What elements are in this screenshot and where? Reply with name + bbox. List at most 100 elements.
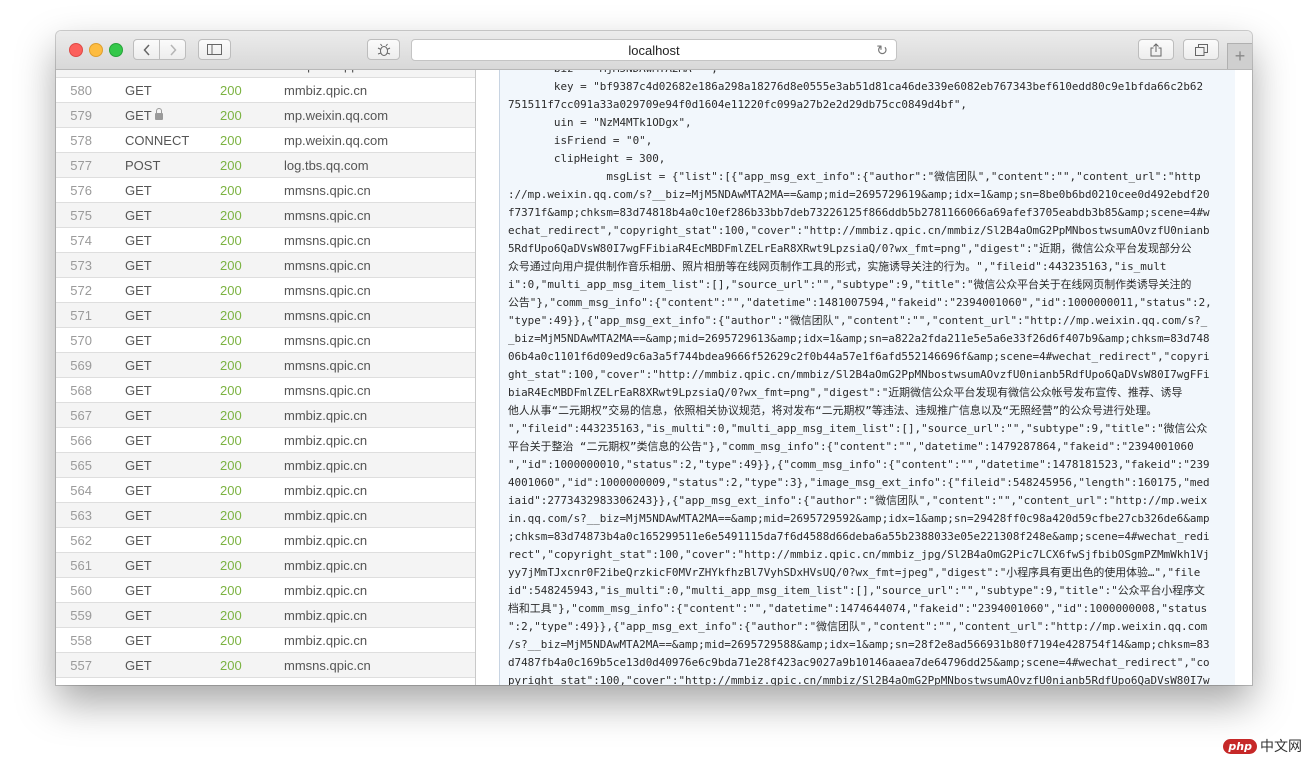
request-host: isdspeed.qq.com [284,70,382,73]
request-row[interactable]: 577 POST 200 log.tbs.qq.com [56,153,475,178]
request-method: GET [125,333,220,348]
request-host: mmsns.qpic.cn [284,332,371,348]
request-number-text: 570 [70,332,92,348]
request-method-text: GET [125,382,152,398]
request-host: mmbiz.qpic.cn [284,582,368,598]
request-row[interactable]: 578 CONNECT 200 mp.weixin.qq.com [56,128,475,153]
request-method: CONNECT [125,133,220,148]
request-number: 567 [56,408,92,423]
request-number: 579 [56,108,92,123]
request-row[interactable]: 562 GET 200 mmbiz.qpic.cn [56,528,475,553]
request-method: GET [125,658,220,673]
reload-icon[interactable]: ↻ [876,42,888,59]
zoom-window-button[interactable] [109,43,123,57]
request-method: POST [125,158,220,173]
request-row[interactable]: 580 GET 200 mmbiz.qpic.cn [56,78,475,103]
bug-icon [377,43,390,56]
request-row[interactable]: 567 GET 200 mmbiz.qpic.cn [56,403,475,428]
request-row[interactable]: 575 GET 200 mmsns.qpic.cn [56,203,475,228]
request-method: GET [125,483,220,498]
request-method-text: GET [125,282,152,298]
request-row[interactable]: 571 GET 200 mmsns.qpic.cn [56,303,475,328]
request-number-text: 580 [70,82,92,98]
request-method: GET [125,233,220,248]
request-host: mmbiz.qpic.cn [284,557,368,573]
request-row[interactable]: 561 GET 200 mmbiz.qpic.cn [56,553,475,578]
request-row[interactable]: 566 GET 200 mmbiz.qpic.cn [56,428,475,453]
watermark-text: 中文网 [1260,738,1302,754]
request-row[interactable]: 557 GET 200 mmsns.qpic.cn [56,653,475,678]
share-button[interactable] [1138,39,1174,60]
request-number: 572 [56,283,92,298]
chevron-right-icon [169,43,177,56]
request-status: 200 [220,332,242,348]
request-row[interactable]: 581 GET 200isdspeed.qq.com [56,70,475,78]
request-number-text: 573 [70,257,92,273]
request-number-text: 560 [70,582,92,598]
request-host: mmsns.qpic.cn [284,382,371,398]
request-method-text: GET [125,657,152,673]
show-tabs-button[interactable] [1183,39,1219,60]
request-row[interactable]: 559 GET 200 mmbiz.qpic.cn [56,603,475,628]
request-row[interactable]: 563 GET 200 mmbiz.qpic.cn [56,503,475,528]
address-bar[interactable]: localhost ↻ [411,39,897,61]
request-number: 576 [56,183,92,198]
new-tab-button[interactable]: + [1227,43,1252,69]
request-list[interactable]: 581GET200isdspeed.qq.com580GET200mmbiz.q… [56,70,476,685]
request-number-text: 571 [70,307,92,323]
request-method-text: GET [125,307,152,323]
request-row[interactable]: 560 GET 200 mmbiz.qpic.cn [56,578,475,603]
request-row[interactable]: 565 GET 200 mmbiz.qpic.cn [56,453,475,478]
request-host: mmsns.qpic.cn [284,307,371,323]
lock-icon [154,107,163,120]
request-row[interactable]: 568 GET 200 mmsns.qpic.cn [56,378,475,403]
request-method-text: GET [125,182,152,198]
sidebar-toggle-button[interactable] [198,39,231,60]
request-row[interactable]: 569 GET 200 mmsns.qpic.cn [56,353,475,378]
request-detail-pane[interactable]: biz = "MjM5NDAwMTA2MA==", key = "bf9387c… [499,70,1236,685]
request-method-text: GET [125,457,152,473]
forward-button[interactable] [159,39,186,60]
tabs-icon [1194,43,1208,56]
request-status: 200 [220,557,242,573]
request-number-text: 559 [70,607,92,623]
chevron-left-icon [142,43,150,56]
request-host: mmbiz.qpic.cn [284,482,368,498]
request-method-text: GET [125,332,152,348]
request-host: mmbiz.qpic.cn [284,457,368,473]
request-status: 200 [220,432,242,448]
request-method-text: GET [125,557,152,573]
request-number: 574 [56,233,92,248]
request-row[interactable]: 564 GET 200 mmbiz.qpic.cn [56,478,475,503]
request-status: 200 [220,482,242,498]
request-method: GET [125,383,220,398]
back-button[interactable] [133,39,160,60]
request-method: GET [125,107,220,123]
request-status: 200 [220,657,242,673]
request-number-text: 568 [70,382,92,398]
request-host: mp.weixin.qq.com [284,132,389,148]
request-status: 200 [220,82,242,98]
request-status: 200 [220,582,242,598]
develop-button[interactable] [367,39,400,60]
request-method-text: GET [125,257,152,273]
request-number: 573 [56,258,92,273]
minimize-window-button[interactable] [89,43,103,57]
request-method-text: CONNECT [125,132,190,148]
request-row[interactable]: 573 GET 200 mmsns.qpic.cn [56,253,475,278]
request-row[interactable]: 570 GET 200 mmsns.qpic.cn [56,328,475,353]
request-method: GET [125,408,220,423]
request-number-text: 569 [70,357,92,373]
request-method-text: GET [125,507,152,523]
request-method-text: GET [125,70,152,73]
request-row[interactable]: 572 GET 200 mmsns.qpic.cn [56,278,475,303]
request-row[interactable]: 574 GET 200 mmsns.qpic.cn [56,228,475,253]
address-text: localhost [628,42,680,58]
request-row[interactable]: 576 GET 200 mmsns.qpic.cn [56,178,475,203]
request-row[interactable]: 558 GET 200 mmbiz.qpic.cn [56,628,475,653]
request-host: mp.weixin.qq.com [284,107,389,123]
request-number-text: 574 [70,232,92,248]
close-window-button[interactable] [69,43,83,57]
watermark: php 中文网 [1223,736,1302,756]
request-row[interactable]: 579 GET 200 mp.weixin.qq.com [56,103,475,128]
